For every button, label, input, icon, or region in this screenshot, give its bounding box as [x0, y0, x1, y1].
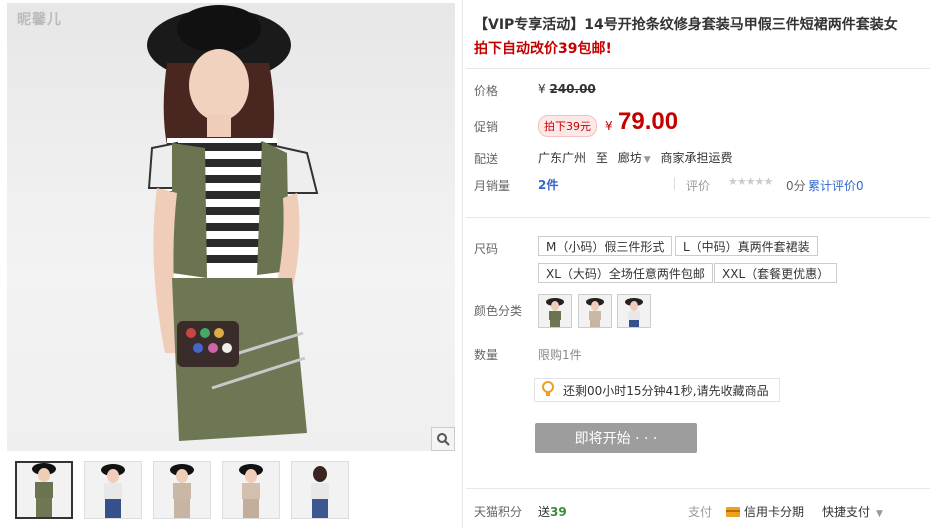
star-rating-icon: ★★★★★ — [728, 175, 773, 188]
ship-to-select[interactable]: 廊坊 ▼ — [618, 151, 657, 165]
color-option-3[interactable] — [617, 294, 651, 328]
points-info: 送39 — [538, 505, 567, 519]
promo-tag: 拍下39元 — [538, 115, 597, 137]
sales-count: 2件 — [538, 178, 559, 192]
credit-pay-option[interactable]: 信用卡分期 — [726, 503, 804, 520]
color-option-2[interactable] — [578, 294, 612, 328]
quick-pay-option[interactable]: 快捷支付 ▼ — [822, 503, 883, 520]
zoom-icon[interactable] — [431, 427, 455, 451]
color-label: 颜色分类 — [474, 304, 523, 318]
rating-score: 0分 — [786, 179, 806, 193]
color-option-1[interactable] — [538, 294, 572, 328]
quantity-limit: 限购1件 — [538, 348, 582, 362]
ship-fee: 商家承担运费 — [660, 151, 733, 165]
model-illustration — [147, 5, 319, 441]
chevron-down-icon: ▼ — [876, 509, 883, 519]
thumbnail-1[interactable] — [15, 461, 73, 519]
ship-to-word: 至 — [595, 151, 608, 165]
divider — [466, 68, 930, 69]
divider — [466, 488, 930, 489]
thumbnail-strip — [15, 461, 349, 519]
thumbnail-5[interactable] — [291, 461, 349, 519]
product-title: 【VIP专享活动】14号开抢条纹修身套装马甲假三件短裙两件套装女 — [474, 17, 898, 33]
shipping-label: 配送 — [474, 152, 499, 166]
lightbulb-icon — [541, 380, 555, 400]
thumbnail-4[interactable] — [222, 461, 280, 519]
product-info: 【VIP专享活动】14号开抢条纹修身套装马甲假三件短裙两件套装女 拍下自动改价3… — [462, 0, 930, 528]
promo-currency: ¥ — [605, 119, 613, 133]
divider — [466, 217, 930, 218]
sales-label: 月销量 — [474, 179, 511, 193]
points-label: 天猫积分 — [474, 505, 523, 519]
coming-soon-button[interactable]: 即将开始 · · · — [535, 423, 697, 453]
quantity-label: 数量 — [474, 348, 499, 362]
chevron-down-icon: ▼ — [643, 155, 651, 165]
countdown-text: 还剩00小时15分钟41秒,请先收藏商品 — [563, 383, 769, 398]
shipping-info: 广东广州 至 廊坊 ▼ 商家承担运费 — [538, 149, 732, 166]
image-gallery: 昵馨儿 — [0, 0, 460, 528]
ship-from: 广东广州 — [538, 151, 587, 165]
main-product-photo[interactable]: 昵馨儿 — [7, 3, 455, 451]
price-label: 价格 — [474, 84, 499, 98]
pay-label: 支付 — [688, 505, 713, 519]
divider — [674, 177, 675, 190]
review-link[interactable]: 累计评价0 — [808, 177, 864, 194]
size-option-xxl[interactable]: XXL（套餐更优惠） — [714, 263, 838, 283]
credit-card-icon — [726, 506, 740, 517]
size-option-l[interactable]: L（中码）真两件套裙装 — [675, 236, 818, 256]
thumbnail-3[interactable] — [153, 461, 211, 519]
size-option-m[interactable]: M（小码）假三件形式 — [538, 236, 673, 256]
size-option-xl[interactable]: XL（大码）全场任意两件包邮 — [538, 263, 713, 283]
brand-watermark: 昵馨儿 — [17, 12, 62, 28]
size-label: 尺码 — [474, 242, 499, 256]
thumbnail-2[interactable] — [84, 461, 142, 519]
promo-label: 促销 — [474, 120, 499, 134]
product-subtitle: 拍下自动改价39包邮! — [474, 41, 612, 57]
countdown-notice: 还剩00小时15分钟41秒,请先收藏商品 — [534, 378, 780, 402]
promo-price: 79.00 — [618, 108, 679, 135]
rating-label: 评价 — [686, 179, 711, 193]
